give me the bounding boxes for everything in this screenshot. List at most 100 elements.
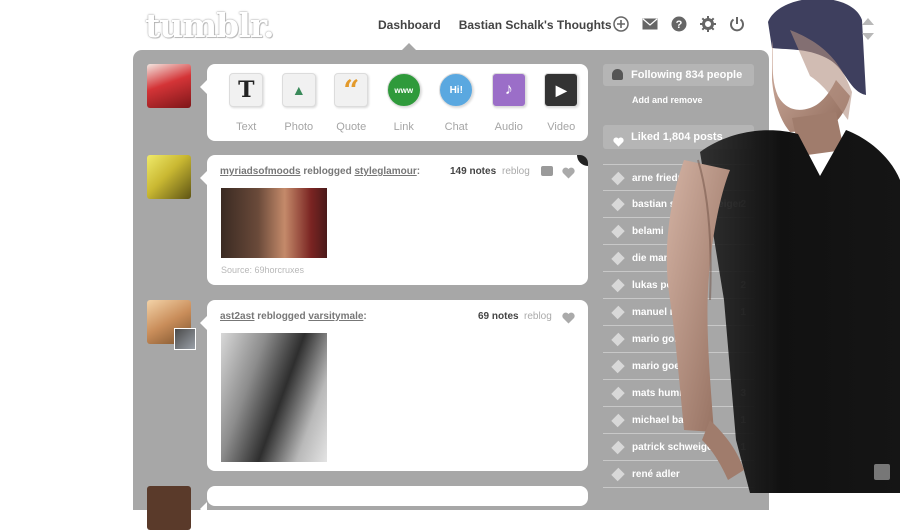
tag-count: 2 [740,280,746,291]
tag-icon [611,413,625,428]
tag-name: rené adler [632,469,680,480]
tag-name: lukas podolski [632,280,702,291]
following-label: Following 834 people [631,69,743,81]
post-type-text[interactable]: T Text [220,73,273,133]
chat-icon: Hi! [439,73,474,107]
heart-icon [613,132,624,147]
tag-name: mario gomez [632,334,694,345]
tag-count: 1 [740,307,746,318]
reblog-link[interactable]: reblog [502,166,530,177]
power-icon[interactable] [728,15,746,33]
tracked-tag-item[interactable]: belami [603,218,754,245]
scroll-down-icon[interactable] [862,33,874,40]
tracked-tag-item[interactable]: die mannschaft [603,245,754,272]
tracked-tag-item[interactable]: lukas podolski 2 [603,272,754,299]
reblog-source-avatar[interactable] [174,328,196,350]
tag-name: patrick schweiger [632,442,717,453]
post-type-label: Photo [284,121,314,133]
tracked-tag-item[interactable]: rené adler [603,461,754,488]
tag-name: mario goetze [632,361,694,372]
post-photo[interactable] [221,333,327,462]
scroll-up-icon[interactable] [862,18,874,25]
tag-name: mats hummels [632,388,703,399]
post-type-photo[interactable]: ▲ Photo [273,73,326,133]
tag-icon [611,278,625,293]
tracked-tag-item[interactable]: bastian schweinsteiger 2 [603,191,754,218]
add-remove-link[interactable]: Add and remove [632,95,703,105]
nav-dashboard[interactable]: Dashboard [378,18,441,32]
post-type-quote[interactable]: “ Quote [325,73,378,133]
post-type-label: Audio [494,121,523,133]
gear-icon[interactable] [699,15,717,33]
post-action: reblogged [257,311,306,322]
nav-icons: ? [612,15,746,33]
tag-icon [611,224,625,239]
post-avatar[interactable] [147,155,191,199]
post-type-list: T Text ▲ Photo “ Quote www Link Hi! Chat ♪ Audio ▶ Vi… [220,73,588,133]
tracked-tag-item[interactable]: michael ballack 1 [603,407,754,434]
liked-label: Liked 1,804 posts [631,131,723,143]
post-photo[interactable] [221,188,327,258]
tag-icon [611,440,625,455]
post: ast2ast reblogged varsitymale: 69 notes … [200,300,588,471]
post-type-audio[interactable]: ♪ Audio [483,73,536,133]
person-icon [612,69,623,80]
post-source-link[interactable]: varsitymale [308,311,363,322]
tag-icon [611,359,625,374]
nav-blog-name[interactable]: Bastian Schalk's Thoughts [459,18,612,32]
tag-icon [611,197,625,212]
text-icon: T [229,73,264,107]
tag-icon [611,305,625,320]
tumblr-logo[interactable]: tumblr. [145,6,275,45]
post-type-video[interactable]: ▶ Video [535,73,588,133]
post-type-chat[interactable]: Hi! Chat [430,73,483,133]
audio-icon: ♪ [491,73,526,107]
tracked-tag-item[interactable]: mario goetze [603,353,754,380]
tag-icon [611,467,625,482]
post-user-link[interactable]: ast2ast [220,311,254,322]
tag-count: 3 [740,388,746,399]
top-nav: Dashboard Bastian Schalk's Thoughts [378,15,630,35]
mail-icon[interactable] [641,15,659,33]
like-heart-icon[interactable] [562,166,575,179]
camera-icon [541,166,553,176]
help-icon[interactable]: ? [670,15,688,33]
post-source[interactable]: Source: 69horcruxes [221,265,304,275]
tag-count: 1 [740,415,746,426]
tag-name: michael ballack [632,415,706,426]
post-header: myriadsofmoods reblogged styleglamour: [220,166,421,177]
tracked-tag-item[interactable]: arne friedrich [603,164,754,191]
tag-name: manuel neuer [632,307,698,318]
tag-icon [611,171,625,186]
reblog-link[interactable]: reblog [524,311,552,322]
liked-button[interactable]: Liked 1,804 posts [603,125,754,149]
post-action: reblogged [303,166,352,177]
tracked-tag-item[interactable]: manuel neuer 1 [603,299,754,326]
post-type-label: Chat [444,121,468,133]
tag-icon [611,332,625,347]
tracked-tag-item[interactable]: mario gomez [603,326,754,353]
link-icon: www [386,73,421,107]
post-source-link[interactable]: styleglamour [354,166,416,177]
tag-icon [611,251,625,266]
post-user-link[interactable]: myriadsofmoods [220,166,301,177]
tag-icon [611,386,625,401]
resize-handle-icon[interactable] [874,464,890,480]
tag-name: arne friedrich [632,173,696,184]
tracked-tag-item[interactable]: mats hummels 3 [603,380,754,407]
new-post-icon[interactable] [612,15,630,33]
tracked-tag-item[interactable]: patrick schweiger 1 [603,434,754,461]
post-type-link[interactable]: www Link [378,73,431,133]
tag-name: die mannschaft [632,253,706,264]
quote-icon: “ [334,73,369,107]
new-post-box: T Text ▲ Photo “ Quote www Link Hi! Chat ♪ Audio ▶ Vi… [200,64,588,141]
following-button[interactable]: Following 834 people [603,64,754,86]
post-type-label: Quote [336,121,367,133]
user-avatar[interactable] [147,64,191,108]
post-notes[interactable]: 149 notes [450,166,496,177]
tag-name: bastian schweinsteiger [632,199,743,210]
post-notes[interactable]: 69 notes [478,311,519,322]
like-heart-icon[interactable] [562,311,575,324]
nav-caret [402,43,416,50]
tag-count: 1 [740,442,746,453]
